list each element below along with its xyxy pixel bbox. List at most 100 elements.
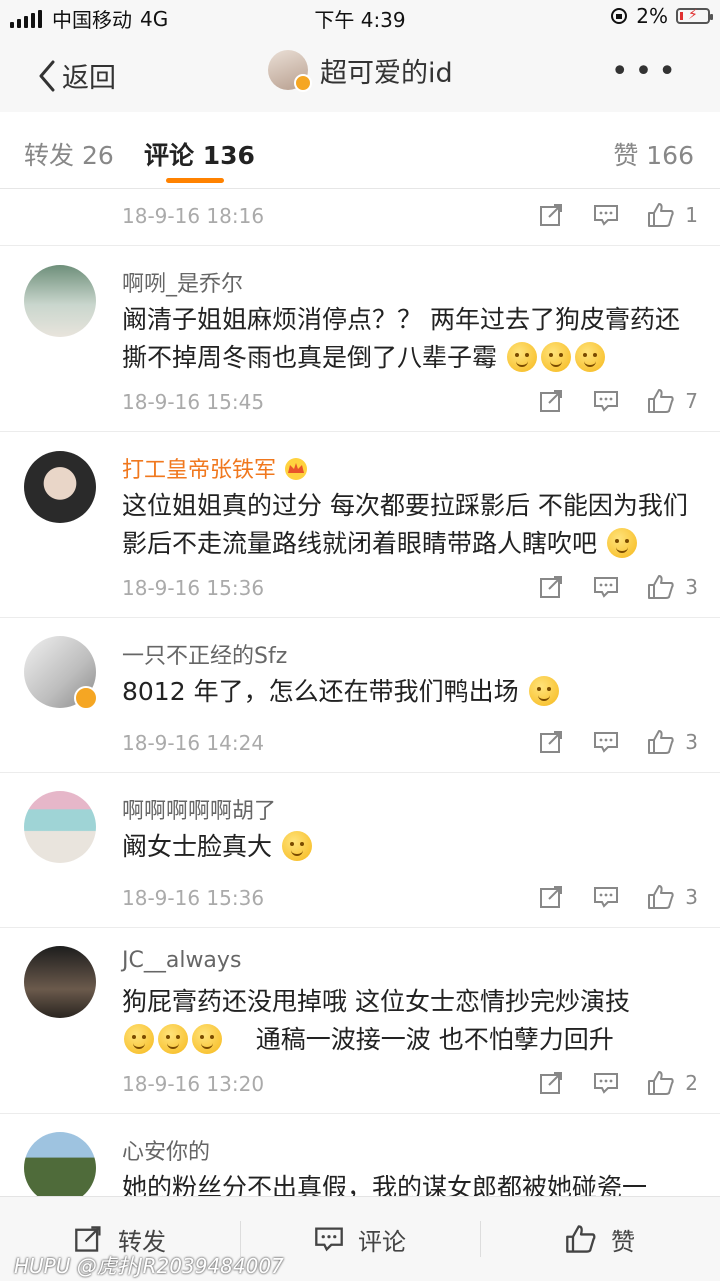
comment-text: 阚女士脸真大 (122, 828, 702, 866)
comment-item: JC__always 狗屁膏药还没甩掉哦 这位女士恋情抄完炒演技 通稿一波接一波… (0, 928, 720, 1114)
comment-icon (594, 577, 619, 598)
reply-button[interactable] (593, 885, 619, 909)
thumbs-up-icon (648, 575, 674, 599)
share-icon (540, 731, 563, 753)
battery-percent: 2% (636, 4, 668, 28)
comment-icon (594, 732, 619, 753)
thumbs-up-icon (648, 1071, 674, 1095)
tab-likes[interactable]: 赞 166 (613, 136, 694, 172)
comment-time: 18-9-16 15:45 (122, 390, 265, 414)
back-label: 返回 (62, 63, 116, 94)
smile-emoji-icon (281, 831, 312, 861)
like-count: 1 (685, 203, 698, 227)
watermark: HUPU @虎扑JR2039484007 (14, 1254, 284, 1278)
commenter-name[interactable]: 心安你的 (122, 1134, 210, 1166)
reply-button[interactable] (593, 575, 619, 599)
like-count: 7 (685, 389, 698, 413)
comment-body: 狗屁膏药还没甩掉哦 这位女士恋情抄完炒演技 (122, 987, 630, 1016)
reply-button[interactable] (593, 389, 619, 413)
verified-icon (74, 686, 98, 710)
commenter-avatar[interactable] (24, 265, 96, 337)
comment-body-line2: 通稿一波接一波 也不怕孽力回升 (255, 1025, 614, 1054)
repost-button[interactable] (539, 885, 565, 909)
repost-button[interactable] (539, 203, 565, 227)
like-label: 赞 (611, 1227, 635, 1256)
comment-body: 8012 年了，怎么还在带我们鸭出场 (122, 677, 519, 706)
verified-icon (294, 74, 312, 92)
like-button[interactable]: 3 (647, 884, 698, 910)
repost-button[interactable] (539, 389, 565, 413)
more-icon[interactable]: ••• (611, 54, 682, 89)
smirk-emoji-icon (528, 676, 559, 706)
comment-icon (594, 391, 619, 412)
share-icon (75, 1226, 101, 1252)
thumbs-up-icon (648, 730, 674, 754)
repost-button[interactable] (539, 1071, 565, 1095)
commenter-name[interactable]: 一只不正经的Sfz (122, 638, 287, 670)
thumbs-up-icon (648, 389, 674, 413)
active-tab-indicator (166, 178, 224, 183)
like-button[interactable]: 1 (647, 202, 698, 228)
commenter-name-text: 打工皇帝张铁军 (122, 458, 277, 483)
comment-text: 8012 年了，怎么还在带我们鸭出场 (122, 673, 702, 711)
share-icon (540, 576, 563, 598)
nav-title[interactable]: 超可爱的id (268, 50, 453, 92)
thumbs-up-icon (566, 1225, 596, 1253)
repost-button[interactable] (539, 575, 565, 599)
reply-button[interactable] (593, 730, 619, 754)
commenter-avatar[interactable] (24, 451, 96, 523)
nav-bar: 返回 超可爱的id ••• (0, 34, 720, 112)
reply-button[interactable] (593, 1071, 619, 1095)
smirk-emoji-icon (574, 342, 605, 372)
like-button[interactable]: 3 (647, 574, 698, 600)
comment-time: 18-9-16 15:36 (122, 886, 265, 910)
comment-item: 啊啊啊啊啊胡了 阚女士脸真大 18-9-16 15:36 3 (0, 773, 720, 928)
smile-emoji-icon (158, 1024, 188, 1054)
commenter-name[interactable]: 打工皇帝张铁军 (122, 452, 310, 484)
share-icon (540, 886, 563, 908)
back-button[interactable]: 返回 (38, 56, 116, 95)
smile-emoji-icon (192, 1024, 222, 1054)
like-action[interactable]: 赞 (480, 1197, 720, 1281)
reply-button[interactable] (593, 203, 619, 227)
comment-text: 狗屁膏药还没甩掉哦 这位女士恋情抄完炒演技 通稿一波接一波 也不怕孽力回升 (122, 983, 702, 1059)
like-count: 3 (685, 885, 698, 909)
comment-icon (315, 1227, 343, 1252)
chevron-left-icon (39, 60, 55, 91)
tab-reposts[interactable]: 转发 26 (24, 136, 114, 172)
status-bar: 中国移动 4G 下午 4:39 2% ⚡ (0, 0, 720, 34)
repost-button[interactable] (539, 730, 565, 754)
smirk-emoji-icon (506, 342, 537, 372)
like-button[interactable]: 2 (647, 1070, 698, 1096)
commenter-avatar[interactable] (24, 1132, 96, 1204)
nav-username: 超可爱的id (320, 57, 453, 89)
smile-emoji-icon (124, 1024, 154, 1054)
share-icon (540, 390, 563, 412)
like-button[interactable]: 3 (647, 729, 698, 755)
tab-bar: 转发 26 评论 136 赞 166 (0, 112, 720, 189)
commenter-avatar[interactable] (24, 946, 96, 1018)
comment-item: 18-9-16 18:16 1 (0, 188, 720, 246)
comment-item: 啊咧_是乔尔 阚清子姐姐麻烦消停点？？ 两年过去了狗皮膏药还撕不掉周冬雨也真是倒… (0, 246, 720, 432)
tab-comments[interactable]: 评论 136 (144, 136, 255, 183)
commenter-name[interactable]: JC__always (122, 948, 241, 973)
thumbs-up-icon (648, 885, 674, 909)
comment-time: 18-9-16 14:24 (122, 731, 265, 755)
comment-time: 18-9-16 13:20 (122, 1072, 265, 1096)
like-count: 3 (685, 730, 698, 754)
comment-icon (594, 205, 619, 226)
like-button[interactable]: 7 (647, 388, 698, 414)
commenter-avatar[interactable] (24, 636, 98, 710)
battery-icon: ⚡ (676, 7, 713, 24)
commenter-name[interactable]: 啊啊啊啊啊胡了 (122, 793, 276, 825)
comment-text: 这位姐姐真的过分 每次都要拉踩影后 不能因为我们影后不走流量路线就闭着眼睛带路人… (122, 487, 702, 563)
user-avatar[interactable] (268, 50, 312, 92)
comment-time: 18-9-16 15:36 (122, 576, 265, 600)
comment-item: 一只不正经的Sfz 8012 年了，怎么还在带我们鸭出场 18-9-16 14:… (0, 618, 720, 773)
like-count: 2 (685, 1071, 698, 1095)
rotation-lock-icon (611, 8, 628, 24)
comment-icon (594, 1073, 619, 1094)
commenter-name[interactable]: 啊咧_是乔尔 (122, 266, 243, 298)
commenter-avatar[interactable] (24, 791, 96, 863)
comment-item: 打工皇帝张铁军 这位姐姐真的过分 每次都要拉踩影后 不能因为我们影后不走流量路线… (0, 432, 720, 618)
